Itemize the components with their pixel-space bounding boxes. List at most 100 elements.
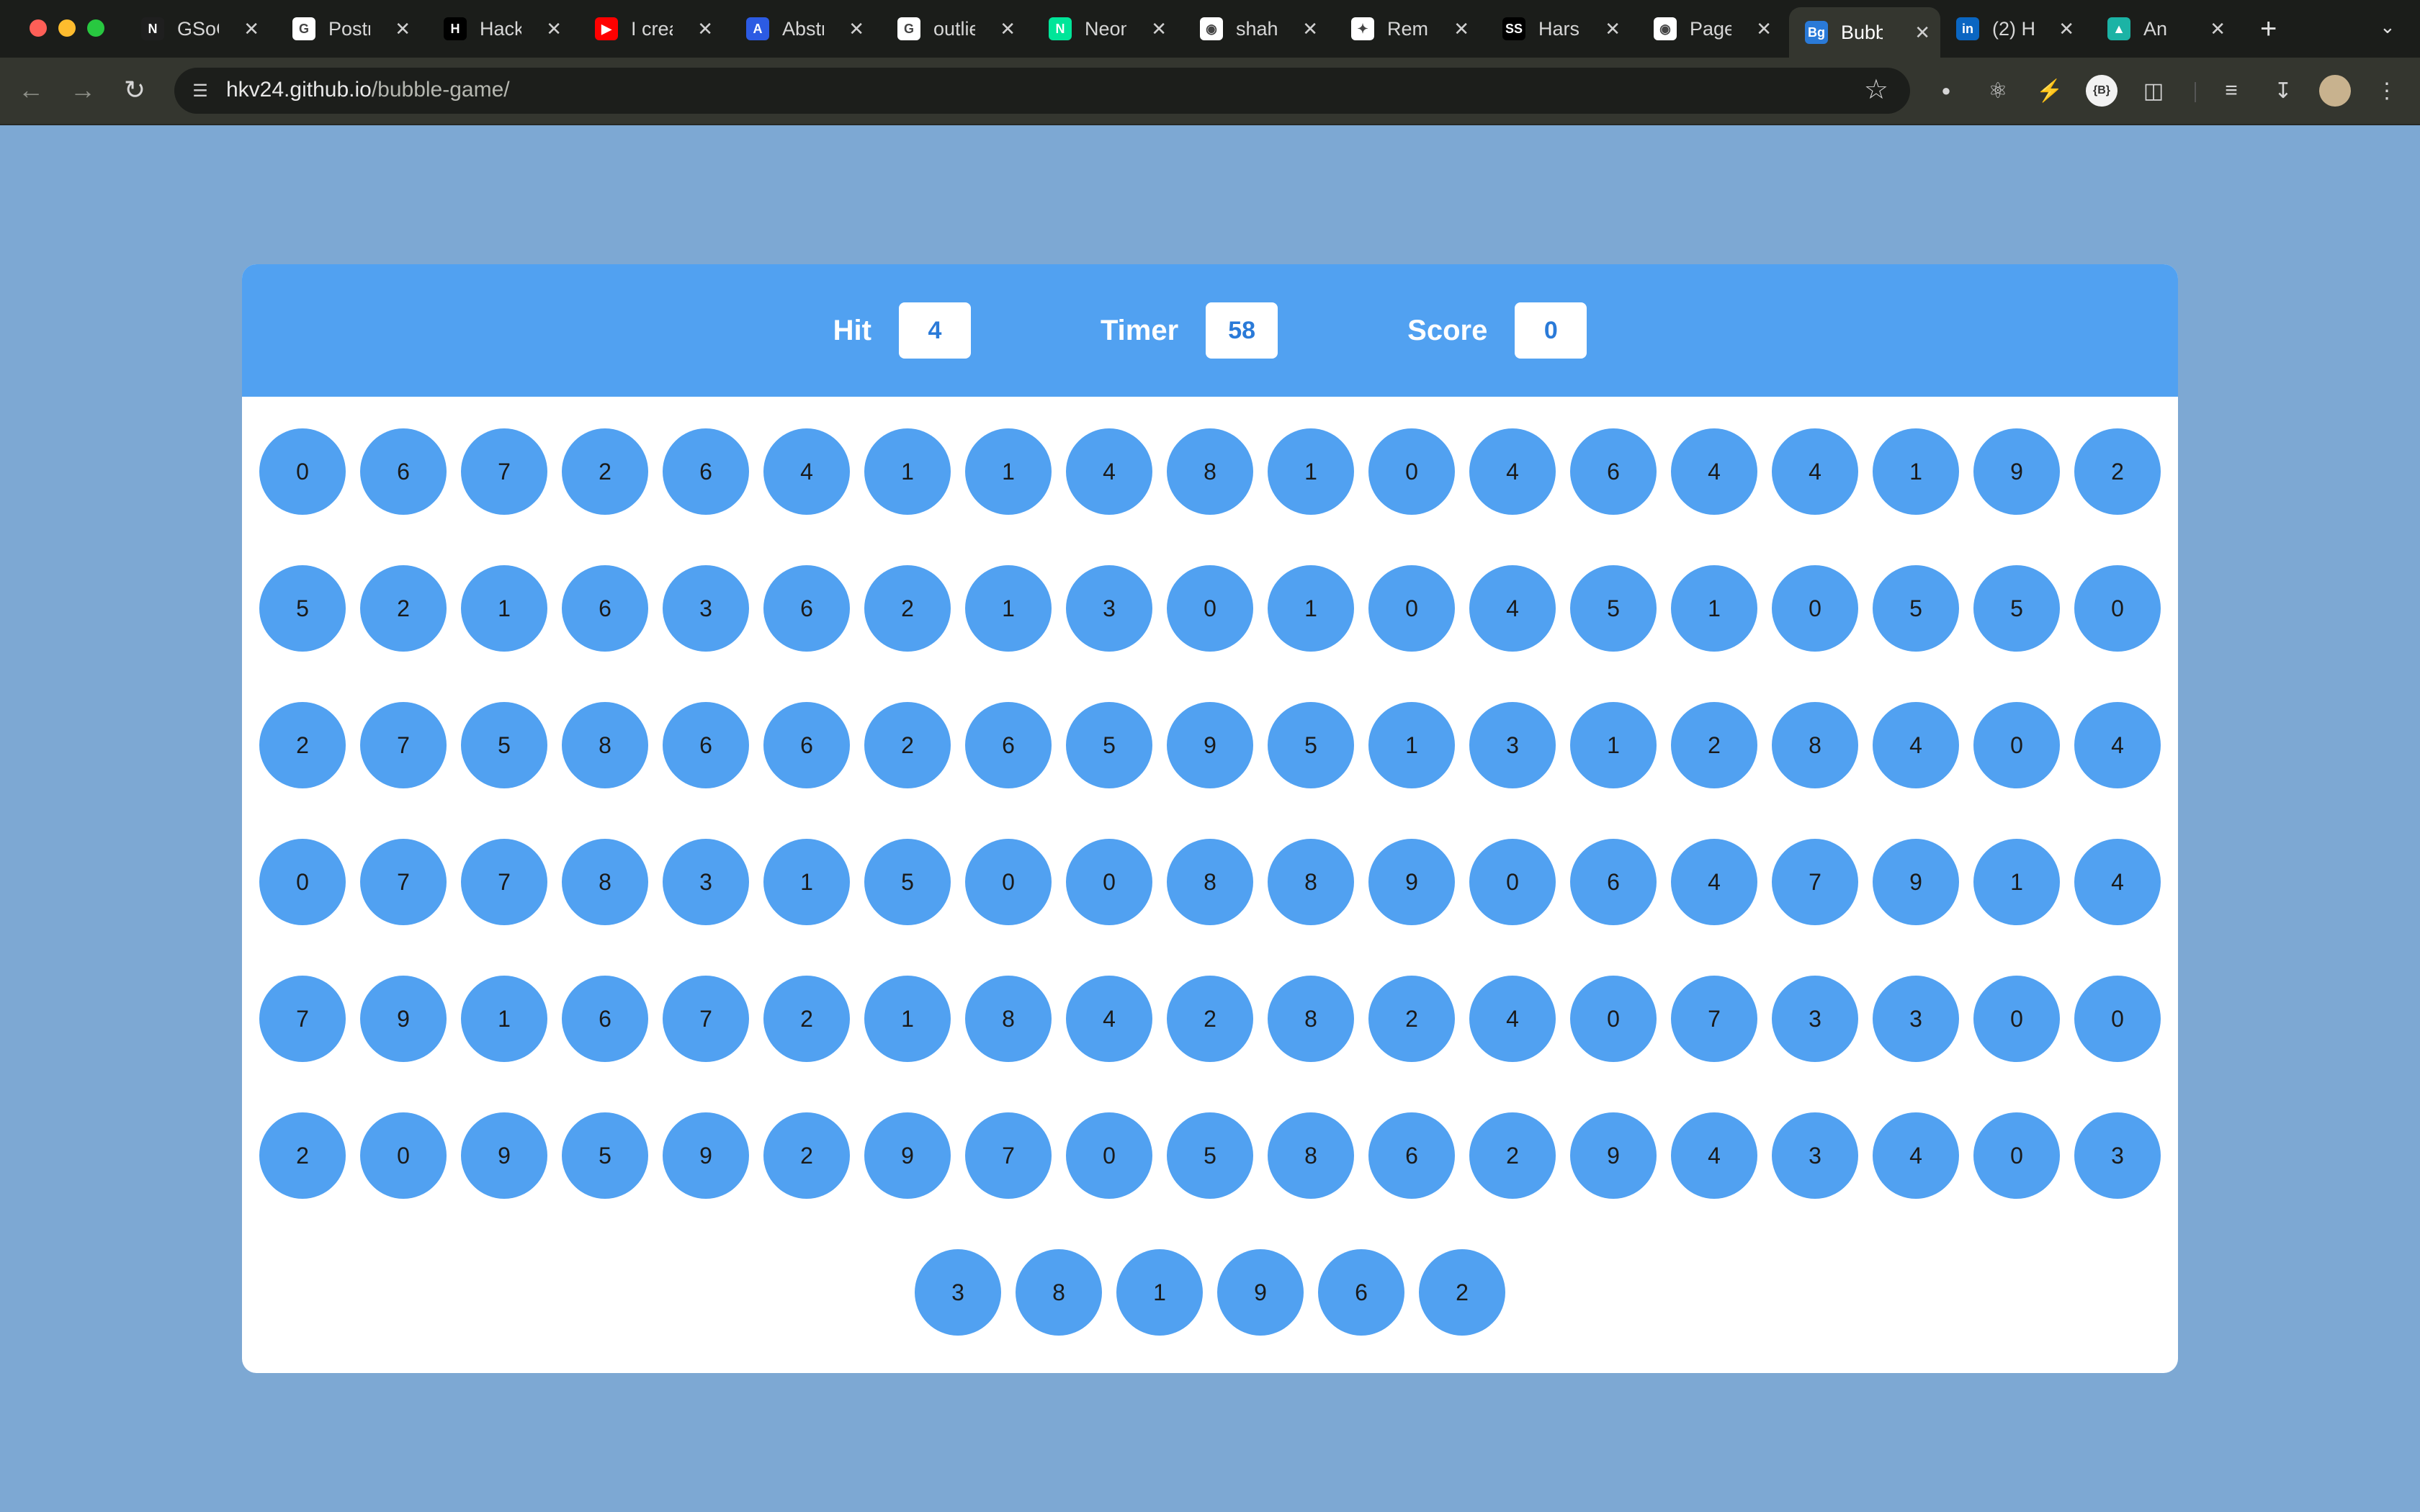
bubble[interactable]: 7 bbox=[461, 428, 547, 515]
bubble[interactable]: 7 bbox=[965, 1112, 1052, 1199]
back-button[interactable]: ← bbox=[13, 72, 49, 108]
bubble[interactable]: 7 bbox=[259, 976, 346, 1062]
bubble[interactable]: 1 bbox=[1268, 428, 1354, 515]
downloads-icon[interactable]: ↧ bbox=[2267, 75, 2299, 107]
react-devtools-icon[interactable]: ⚛ bbox=[1982, 75, 2014, 107]
bubble[interactable]: 6 bbox=[562, 565, 648, 652]
bubble[interactable]: 1 bbox=[1873, 428, 1959, 515]
extension-badge-icon[interactable]: {B} bbox=[2086, 75, 2118, 107]
bubble[interactable]: 7 bbox=[461, 839, 547, 925]
tab-search-button[interactable]: ⌄ bbox=[2380, 16, 2396, 38]
close-tab-icon[interactable]: ✕ bbox=[1453, 18, 1469, 40]
extension-bolt-icon[interactable]: ⚡ bbox=[2034, 75, 2066, 107]
bubble[interactable]: 5 bbox=[1167, 1112, 1253, 1199]
bubble[interactable]: 5 bbox=[864, 839, 951, 925]
bubble[interactable]: 4 bbox=[1671, 839, 1757, 925]
minimize-window-button[interactable] bbox=[58, 19, 76, 37]
bubble[interactable]: 4 bbox=[1873, 1112, 1959, 1199]
bubble[interactable]: 0 bbox=[1973, 702, 2060, 788]
browser-tab[interactable]: Bg Bubbl ✕ bbox=[1789, 7, 1940, 58]
reading-list-icon[interactable]: ≡ bbox=[2215, 75, 2247, 107]
new-tab-button[interactable]: + bbox=[2260, 12, 2277, 46]
bubble[interactable]: 1 bbox=[1570, 702, 1657, 788]
bubble[interactable]: 0 bbox=[2074, 976, 2161, 1062]
bubble[interactable]: 8 bbox=[562, 839, 648, 925]
bubble[interactable]: 2 bbox=[1469, 1112, 1556, 1199]
bubble[interactable]: 5 bbox=[1066, 702, 1152, 788]
bubble[interactable]: 1 bbox=[864, 428, 951, 515]
bubble[interactable]: 3 bbox=[1066, 565, 1152, 652]
bubble[interactable]: 6 bbox=[1570, 839, 1657, 925]
bubble[interactable]: 6 bbox=[763, 565, 850, 652]
bubble[interactable]: 4 bbox=[1066, 428, 1152, 515]
browser-tab[interactable]: ✦ Remo ✕ bbox=[1345, 7, 1479, 50]
bubble[interactable]: 5 bbox=[562, 1112, 648, 1199]
bubble[interactable]: 2 bbox=[259, 702, 346, 788]
bubble[interactable]: 2 bbox=[1368, 976, 1455, 1062]
bubble[interactable]: 5 bbox=[1873, 565, 1959, 652]
bubble[interactable]: 5 bbox=[1268, 702, 1354, 788]
bubble[interactable]: 6 bbox=[1318, 1249, 1404, 1336]
bubble[interactable]: 8 bbox=[1268, 839, 1354, 925]
bubble[interactable]: 0 bbox=[1772, 565, 1858, 652]
close-tab-icon[interactable]: ✕ bbox=[1151, 18, 1167, 40]
browser-tab[interactable]: in (2) Ha ✕ bbox=[1950, 7, 2084, 50]
close-tab-icon[interactable]: ✕ bbox=[1914, 22, 1930, 44]
bubble[interactable]: 0 bbox=[1469, 839, 1556, 925]
bubble[interactable]: 6 bbox=[663, 428, 749, 515]
close-window-button[interactable] bbox=[30, 19, 47, 37]
bubble[interactable]: 3 bbox=[1772, 1112, 1858, 1199]
bubble[interactable]: 1 bbox=[1268, 565, 1354, 652]
bubble[interactable]: 4 bbox=[2074, 702, 2161, 788]
close-tab-icon[interactable]: ✕ bbox=[1605, 18, 1621, 40]
browser-tab[interactable]: N Neon ✕ bbox=[1043, 7, 1177, 50]
bubble[interactable]: 5 bbox=[461, 702, 547, 788]
bubble[interactable]: 2 bbox=[864, 702, 951, 788]
close-tab-icon[interactable]: ✕ bbox=[546, 18, 562, 40]
close-tab-icon[interactable]: ✕ bbox=[395, 18, 411, 40]
bubble[interactable]: 0 bbox=[360, 1112, 447, 1199]
bubble[interactable]: 7 bbox=[360, 702, 447, 788]
bubble[interactable]: 3 bbox=[1469, 702, 1556, 788]
browser-tab[interactable]: N GSoC ✕ bbox=[135, 7, 269, 50]
bubble[interactable]: 4 bbox=[1066, 976, 1152, 1062]
bubble[interactable]: 9 bbox=[1873, 839, 1959, 925]
bubble[interactable]: 4 bbox=[2074, 839, 2161, 925]
bubble[interactable]: 4 bbox=[1469, 976, 1556, 1062]
browser-menu-icon[interactable]: ⋮ bbox=[2371, 75, 2403, 107]
bubble[interactable]: 0 bbox=[965, 839, 1052, 925]
close-tab-icon[interactable]: ✕ bbox=[2058, 18, 2074, 40]
close-tab-icon[interactable]: ✕ bbox=[697, 18, 713, 40]
bubble[interactable]: 5 bbox=[1973, 565, 2060, 652]
browser-tab[interactable]: ▶ I creat ✕ bbox=[589, 7, 723, 50]
bubble[interactable]: 8 bbox=[1167, 428, 1253, 515]
site-settings-icon[interactable]: ☰ bbox=[187, 78, 213, 104]
close-tab-icon[interactable]: ✕ bbox=[243, 18, 259, 40]
address-bar[interactable]: ☰ hkv24.github.io/bubble-game/ ☆ bbox=[174, 68, 1910, 114]
bubble[interactable]: 8 bbox=[1268, 976, 1354, 1062]
bubble[interactable]: 3 bbox=[1772, 976, 1858, 1062]
bubble[interactable]: 4 bbox=[763, 428, 850, 515]
bubble[interactable]: 6 bbox=[1570, 428, 1657, 515]
bubble[interactable]: 4 bbox=[1772, 428, 1858, 515]
bubble[interactable]: 6 bbox=[1368, 1112, 1455, 1199]
bubble[interactable]: 8 bbox=[1268, 1112, 1354, 1199]
bubble[interactable]: 4 bbox=[1469, 428, 1556, 515]
bubble[interactable]: 2 bbox=[2074, 428, 2161, 515]
bubble[interactable]: 3 bbox=[663, 565, 749, 652]
close-tab-icon[interactable]: ✕ bbox=[848, 18, 864, 40]
bubble[interactable]: 6 bbox=[965, 702, 1052, 788]
browser-tab[interactable]: Goutlier ✕ bbox=[892, 7, 1026, 50]
bubble[interactable]: 4 bbox=[1671, 428, 1757, 515]
bubble[interactable]: 3 bbox=[1873, 976, 1959, 1062]
bubble[interactable]: 7 bbox=[1671, 976, 1757, 1062]
browser-tab[interactable]: G Postm ✕ bbox=[287, 7, 421, 50]
bubble[interactable]: 1 bbox=[965, 428, 1052, 515]
extensions-puzzle-icon[interactable]: ◫ bbox=[2138, 75, 2169, 107]
browser-tab[interactable]: ▲ An ✕ bbox=[2102, 7, 2236, 50]
extension-bug-icon[interactable]: ● bbox=[1930, 75, 1962, 107]
bubble[interactable]: 7 bbox=[663, 976, 749, 1062]
bubble[interactable]: 9 bbox=[360, 976, 447, 1062]
bubble[interactable]: 2 bbox=[1671, 702, 1757, 788]
bubble[interactable]: 9 bbox=[1167, 702, 1253, 788]
